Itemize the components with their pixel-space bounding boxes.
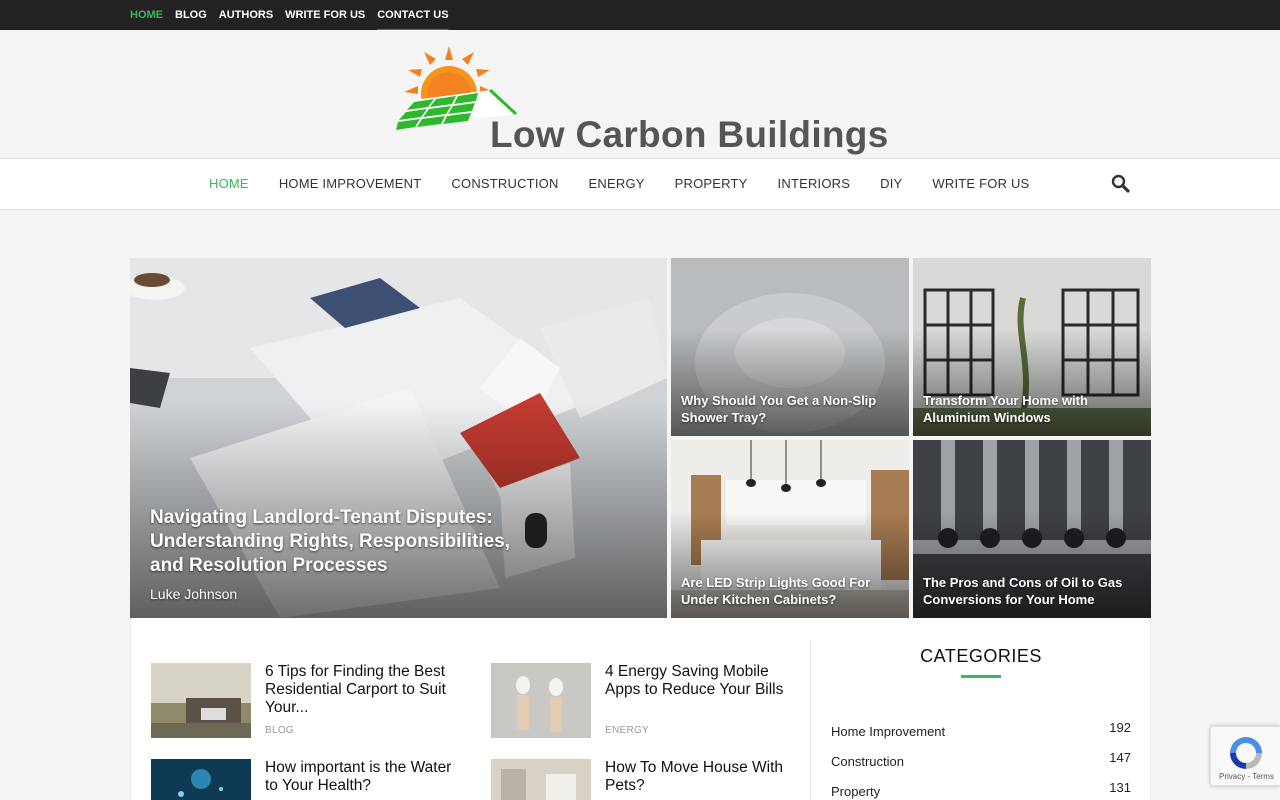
main-nav-property[interactable]: PROPERTY (660, 159, 763, 209)
post-thumbnail (491, 663, 591, 738)
featured-tile-oil-gas[interactable]: The Pros and Cons of Oil to Gas Conversi… (913, 440, 1151, 618)
heading-underline (961, 675, 1001, 678)
featured-tile-title[interactable]: Transform Your Home with Aluminium Windo… (923, 392, 1137, 426)
featured-main-title[interactable]: Navigating Landlord-Tenant Disputes: Und… (150, 506, 547, 578)
category-name[interactable]: Property (831, 784, 880, 799)
post-category[interactable]: BLOG (265, 725, 294, 736)
post-thumbnail (151, 759, 251, 800)
featured-tile-title[interactable]: Why Should You Get a Non-Slip Shower Tra… (681, 392, 895, 426)
featured-tile-windows[interactable]: Transform Your Home with Aluminium Windo… (913, 258, 1151, 436)
recaptcha-icon (1230, 737, 1262, 769)
post-thumbnail (491, 759, 591, 800)
featured-tile-title[interactable]: The Pros and Cons of Oil to Gas Conversi… (923, 574, 1137, 608)
post-title[interactable]: How important is the Water to Your Healt… (265, 759, 455, 795)
main-nav: HOME HOME IMPROVEMENT CONSTRUCTION ENERG… (0, 158, 1280, 210)
main-nav-home-improvement[interactable]: HOME IMPROVEMENT (264, 159, 437, 209)
top-nav-authors[interactable]: AUTHORS (219, 0, 273, 30)
category-count: 131 (1109, 780, 1131, 795)
featured-tile-shower[interactable]: Why Should You Get a Non-Slip Shower Tra… (671, 258, 909, 436)
top-nav-home[interactable]: HOME (130, 0, 163, 30)
featured-main-post[interactable]: Navigating Landlord-Tenant Disputes: Und… (130, 258, 667, 618)
featured-main-author[interactable]: Luke Johnson (150, 586, 237, 602)
logo-text: Low Carbon Buildings (490, 114, 889, 155)
search-icon (1111, 174, 1130, 193)
site-header: Low Carbon Buildings (0, 30, 1280, 158)
post-category[interactable]: ENERGY (605, 725, 649, 736)
top-nav-blog[interactable]: BLOG (175, 0, 207, 30)
recaptcha-terms[interactable]: Privacy - Terms (1219, 772, 1274, 781)
category-item-construction[interactable]: Construction 147 (831, 750, 1131, 770)
post-title[interactable]: How To Move House With Pets? (605, 759, 795, 795)
category-item-home-improvement[interactable]: Home Improvement 192 (831, 720, 1131, 740)
main-nav-construction[interactable]: CONSTRUCTION (436, 159, 573, 209)
top-nav-write-for-us[interactable]: WRITE FOR US (285, 0, 365, 30)
featured-grid: Navigating Landlord-Tenant Disputes: Und… (130, 258, 1151, 618)
main-nav-interiors[interactable]: INTERIORS (763, 159, 866, 209)
main-nav-diy[interactable]: DIY (865, 159, 917, 209)
top-bar: HOME BLOG AUTHORS WRITE FOR US CONTACT U… (0, 0, 1280, 31)
main-nav-home[interactable]: HOME (194, 159, 264, 209)
featured-tile-led[interactable]: Are LED Strip Lights Good For Under Kitc… (671, 440, 909, 618)
search-button[interactable] (1110, 173, 1132, 195)
post-item[interactable]: How To Move House With Pets? (491, 759, 801, 800)
post-thumbnail (151, 663, 251, 738)
featured-tile-title[interactable]: Are LED Strip Lights Good For Under Kitc… (681, 574, 895, 608)
main-nav-energy[interactable]: ENERGY (574, 159, 660, 209)
content-panel: 6 Tips for Finding the Best Residential … (130, 618, 1151, 800)
categories-widget: CATEGORIES Home Improvement 192 Construc… (831, 646, 1131, 799)
top-nav: HOME BLOG AUTHORS WRITE FOR US CONTACT U… (130, 0, 449, 31)
main-nav-write-for-us[interactable]: WRITE FOR US (917, 159, 1044, 209)
category-item-property[interactable]: Property 131 (831, 780, 1131, 800)
post-item[interactable]: How important is the Water to Your Healt… (151, 759, 461, 800)
site-logo[interactable]: Low Carbon Buildings (394, 44, 888, 153)
column-divider (810, 640, 811, 800)
category-name[interactable]: Home Improvement (831, 724, 945, 739)
post-title[interactable]: 4 Energy Saving Mobile Apps to Reduce Yo… (605, 663, 795, 699)
top-nav-contact-us[interactable]: CONTACT US (377, 0, 449, 31)
category-name[interactable]: Construction (831, 754, 904, 769)
recaptcha-badge[interactable]: Privacy - Terms (1210, 726, 1280, 786)
post-item[interactable]: 6 Tips for Finding the Best Residential … (151, 663, 461, 743)
post-item[interactable]: 4 Energy Saving Mobile Apps to Reduce Yo… (491, 663, 801, 743)
post-title[interactable]: 6 Tips for Finding the Best Residential … (265, 663, 455, 717)
categories-heading: CATEGORIES (920, 646, 1042, 666)
category-count: 192 (1109, 720, 1131, 735)
category-count: 147 (1109, 750, 1131, 765)
